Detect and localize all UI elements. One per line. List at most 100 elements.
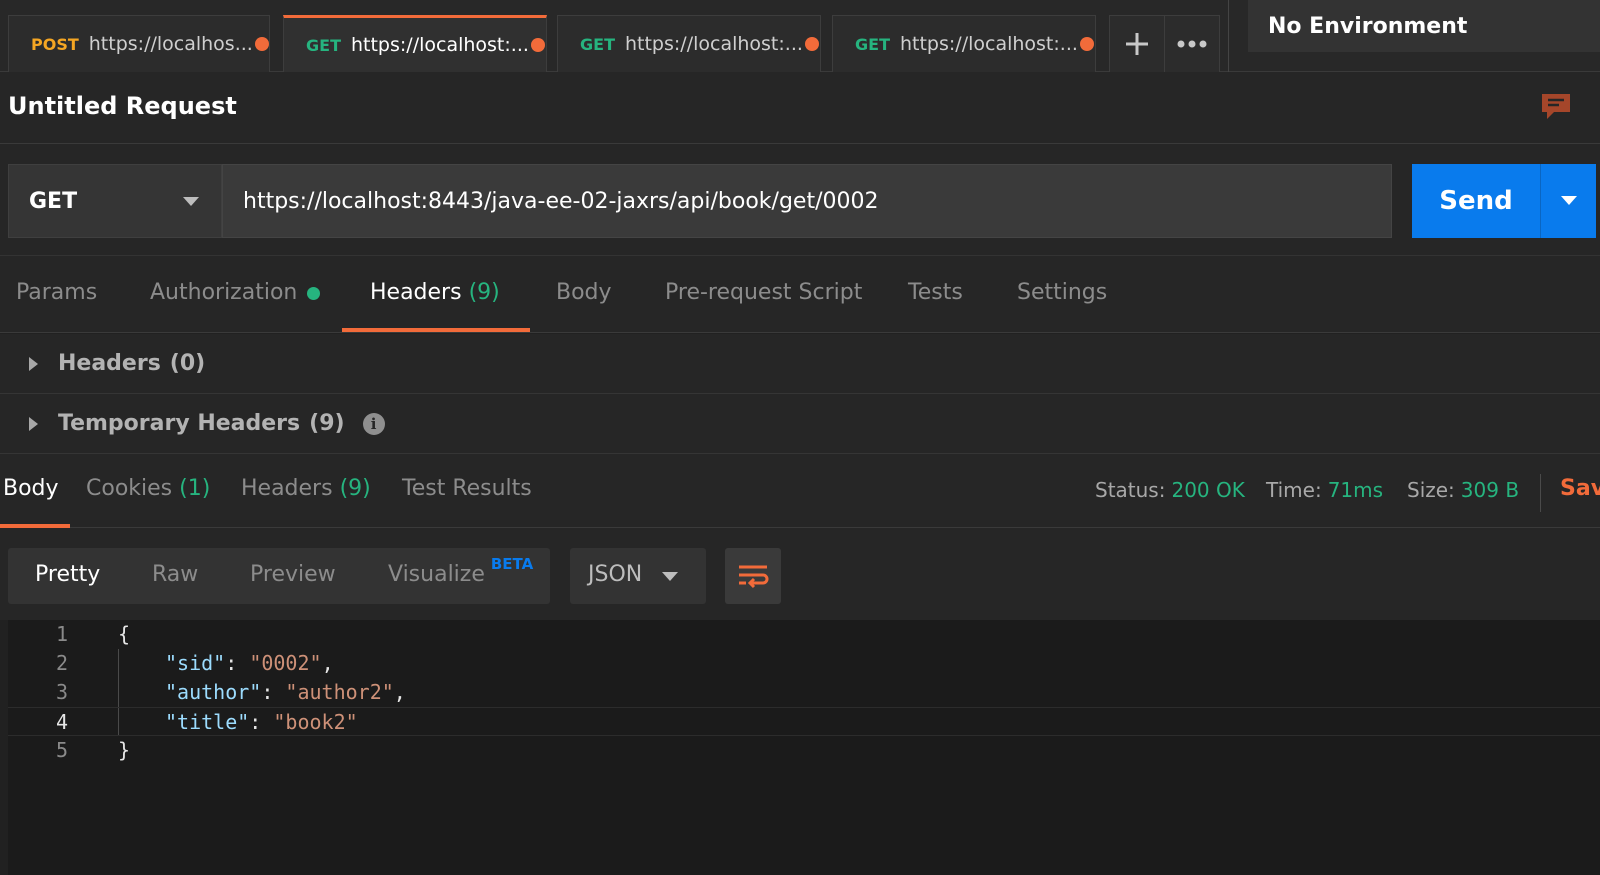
format-select[interactable]: JSON [570, 548, 706, 604]
tab-headers-label: Headers [370, 280, 462, 305]
code-text: "author": "author2", [165, 680, 406, 704]
code-text: "title": "book2" [165, 710, 358, 734]
environment-label: No Environment [1268, 13, 1468, 39]
code-line: 2 "sid": "0002", [8, 649, 1600, 678]
temporary-headers-section[interactable]: Temporary Headers (9) i [0, 394, 1600, 454]
info-icon[interactable]: i [362, 412, 385, 435]
environment-selector[interactable]: No Environment [1248, 0, 1600, 52]
wrap-lines-icon [739, 565, 769, 589]
tab-url-label: https://localhost:... [624, 33, 803, 55]
code-line: 3 "author": "author2", [8, 678, 1600, 707]
json-key: "title" [165, 710, 250, 734]
view-pretty[interactable]: Pretty [35, 562, 100, 587]
new-tab-button[interactable] [1109, 15, 1165, 72]
active-tab-indicator [342, 328, 530, 332]
tab-body[interactable]: Body [556, 280, 612, 305]
caret-right-icon [29, 416, 38, 431]
response-tabs: Body Cookies (1) Headers (9) Test Result… [0, 454, 1600, 528]
response-body-code[interactable]: 1 { 2 "sid": "0002", 3 "author": "author… [8, 620, 1600, 875]
code-line: 1 { [8, 620, 1600, 649]
response-tab-cookies-label: Cookies [86, 476, 173, 501]
request-tab-2[interactable]: GET https://localhost:... [283, 15, 547, 72]
url-bar: GET https://localhost:8443/java-ee-02-ja… [0, 144, 1600, 256]
size-readout: Size: 309 B [1407, 478, 1519, 502]
response-view-toolbar: Pretty Raw Preview Visualize BETA JSON [0, 528, 1600, 620]
unsaved-dot-icon [1079, 37, 1094, 51]
response-tab-body[interactable]: Body [3, 476, 59, 501]
request-tab-bar: POST https://localhos... GET https://loc… [0, 0, 1600, 72]
method-value: GET [29, 188, 78, 214]
url-input[interactable]: https://localhost:8443/java-ee-02-jaxrs/… [222, 164, 1392, 238]
tab-method-label: GET [580, 34, 615, 54]
unsaved-dot-icon [804, 37, 819, 51]
divider [1228, 0, 1229, 72]
code-text: { [118, 622, 131, 646]
divider [1540, 474, 1541, 512]
tab-headers[interactable]: Headers (9) [370, 280, 500, 305]
request-title-row: Untitled Request [0, 72, 1600, 144]
headers-section-label: Headers [58, 351, 161, 376]
request-tab-4[interactable]: GET https://localhost:... [832, 15, 1096, 72]
unsaved-dot-icon [530, 38, 545, 52]
view-raw[interactable]: Raw [152, 562, 198, 587]
request-tab-1[interactable]: POST https://localhos... [8, 15, 270, 72]
tab-tests[interactable]: Tests [908, 280, 963, 305]
request-tabs: Params Authorization Headers (9) Body Pr… [0, 256, 1600, 333]
tab-url-label: https://localhos... [88, 33, 253, 55]
comment-icon[interactable] [1540, 92, 1572, 122]
method-select[interactable]: GET [8, 164, 222, 238]
response-tab-headers[interactable]: Headers (9) [241, 476, 371, 501]
size-label: Size: [1407, 478, 1455, 502]
response-tab-cookies[interactable]: Cookies (1) [86, 476, 210, 501]
chevron-down-icon [662, 572, 678, 581]
status-readout: Status: 200 OK [1095, 478, 1245, 502]
caret-right-icon [29, 356, 38, 371]
save-response-button[interactable]: Sav [1560, 476, 1600, 501]
json-value: "book2" [273, 710, 358, 734]
temporary-headers-count: (9) [309, 411, 345, 436]
code-line: 5 } [8, 736, 1600, 765]
json-key: "sid" [165, 651, 226, 675]
url-value: https://localhost:8443/java-ee-02-jaxrs/… [243, 188, 879, 214]
time-readout: Time: 71ms [1266, 478, 1383, 502]
chevron-down-icon [183, 197, 199, 206]
send-options-button[interactable] [1540, 164, 1596, 238]
response-tab-headers-count: (9) [339, 476, 371, 501]
tab-method-label: GET [855, 34, 890, 54]
json-value: "0002" [249, 651, 322, 675]
headers-section-count: (0) [169, 351, 206, 376]
send-button[interactable]: Send [1412, 164, 1540, 238]
unsaved-dot-icon [254, 37, 269, 51]
response-tab-test-results[interactable]: Test Results [402, 476, 532, 501]
request-title[interactable]: Untitled Request [8, 92, 237, 120]
json-key: "author" [165, 680, 262, 704]
format-value: JSON [588, 562, 643, 587]
status-label: Status: [1095, 478, 1166, 502]
tab-headers-count: (9) [468, 280, 500, 305]
line-number: 3 [55, 680, 68, 704]
status-dot-icon [307, 286, 321, 300]
tab-more-button[interactable] [1164, 15, 1220, 72]
response-tab-headers-label: Headers [241, 476, 333, 501]
headers-section[interactable]: Headers (0) [0, 334, 1600, 394]
tab-authorization[interactable]: Authorization [150, 280, 321, 305]
view-visualize-label: Visualize [388, 562, 485, 587]
response-tab-cookies-count: (1) [179, 476, 211, 501]
wrap-lines-button[interactable] [725, 548, 781, 604]
status-value: 200 OK [1171, 478, 1245, 502]
tab-method-label: POST [31, 34, 79, 54]
tab-settings[interactable]: Settings [1017, 280, 1107, 305]
view-visualize[interactable]: Visualize BETA [388, 555, 533, 587]
request-tab-3[interactable]: GET https://localhost:... [557, 15, 821, 72]
json-comma: , [393, 680, 406, 704]
beta-badge: BETA [490, 555, 534, 573]
send-label: Send [1439, 186, 1513, 216]
tab-pre-request-script[interactable]: Pre-request Script [665, 280, 862, 305]
size-value: 309 B [1460, 478, 1520, 502]
view-preview[interactable]: Preview [250, 562, 336, 587]
tab-params[interactable]: Params [16, 280, 97, 305]
code-text: } [118, 738, 131, 762]
tab-method-label: GET [306, 35, 341, 55]
line-number: 1 [55, 622, 68, 646]
chevron-down-icon [1561, 196, 1577, 205]
